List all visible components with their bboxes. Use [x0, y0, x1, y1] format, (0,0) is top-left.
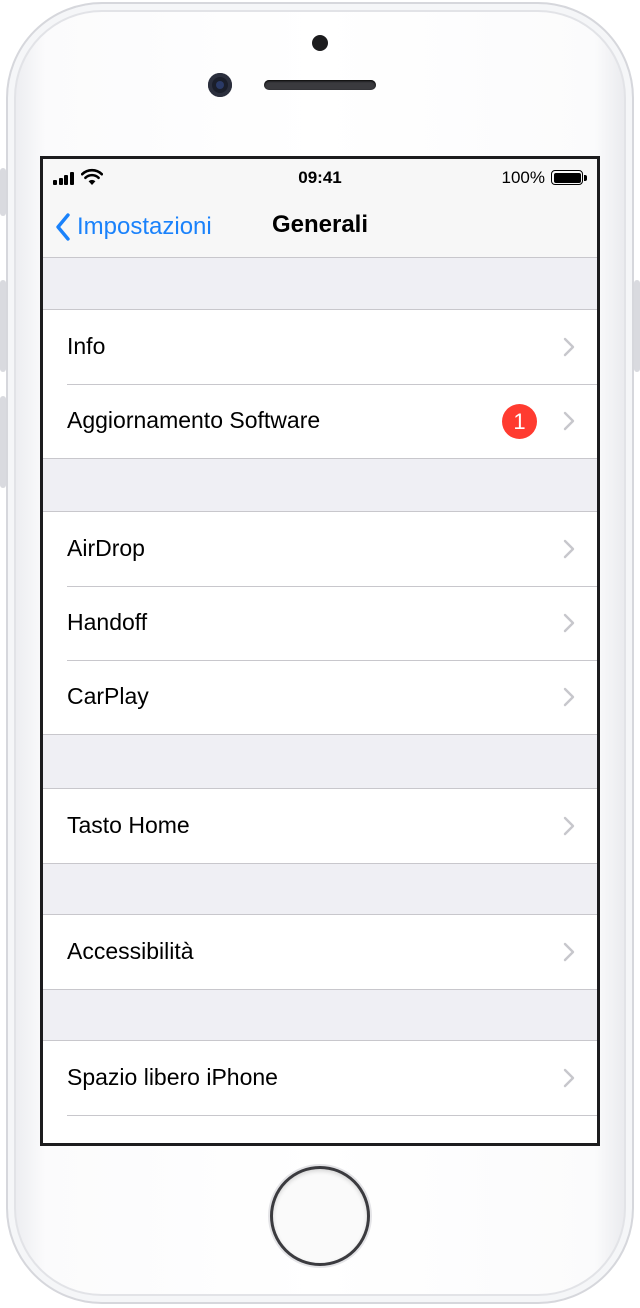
proximity-sensor — [312, 35, 328, 51]
earpiece-speaker — [264, 80, 376, 90]
chevron-right-icon — [563, 411, 575, 431]
chevron-right-icon — [563, 613, 575, 633]
battery-icon — [551, 170, 583, 185]
row-accessibility[interactable]: Accessibilità — [43, 915, 597, 989]
row-airdrop[interactable]: AirDrop — [43, 512, 597, 586]
row-label: Spazio libero iPhone — [67, 1064, 278, 1090]
row-label: CarPlay — [67, 683, 149, 709]
row-label: Info — [67, 333, 106, 359]
row-label: Aggiornamento Software — [67, 407, 321, 433]
power-button — [634, 280, 640, 372]
row-label: Tasto Home — [67, 812, 190, 838]
chevron-right-icon — [563, 337, 575, 357]
settings-group-about: Info Aggiornamento Software 1 — [43, 309, 597, 459]
row-home-button[interactable]: Tasto Home — [43, 789, 597, 863]
row-info[interactable]: Info — [43, 310, 597, 384]
settings-group-accessibility: Accessibilità — [43, 914, 597, 990]
row-label: AirDrop — [67, 535, 145, 561]
row-separator — [67, 1115, 597, 1116]
home-button[interactable] — [270, 1166, 370, 1266]
chevron-right-icon — [563, 1068, 575, 1088]
row-label: Accessibilità — [67, 938, 194, 964]
row-handoff[interactable]: Handoff — [43, 586, 597, 660]
mute-switch — [0, 168, 6, 216]
notification-badge: 1 — [502, 404, 537, 439]
settings-group-continuity: AirDrop Handoff CarPlay — [43, 511, 597, 735]
front-camera — [208, 73, 232, 97]
settings-group-storage: Spazio libero iPhone — [43, 1040, 597, 1143]
row-software-update[interactable]: Aggiornamento Software 1 — [43, 384, 597, 458]
status-bar: 09:41 100% — [43, 159, 597, 197]
battery-percentage: 100% — [501, 168, 545, 187]
screen: 09:41 100% Impostazioni Generali Info Ag… — [40, 156, 600, 1146]
volume-down-button — [0, 396, 6, 488]
battery-cap — [584, 175, 587, 181]
chevron-right-icon — [563, 539, 575, 559]
row-label: Handoff — [67, 609, 148, 635]
chevron-right-icon — [563, 816, 575, 836]
row-carplay[interactable]: CarPlay — [43, 660, 597, 734]
chevron-right-icon — [563, 942, 575, 962]
chevron-right-icon — [563, 687, 575, 707]
settings-group-home-button: Tasto Home — [43, 788, 597, 864]
navigation-bar: Impostazioni Generali — [43, 197, 597, 258]
row-iphone-storage[interactable]: Spazio libero iPhone — [43, 1041, 597, 1115]
volume-up-button — [0, 280, 6, 372]
page-title: Generali — [271, 211, 369, 238]
